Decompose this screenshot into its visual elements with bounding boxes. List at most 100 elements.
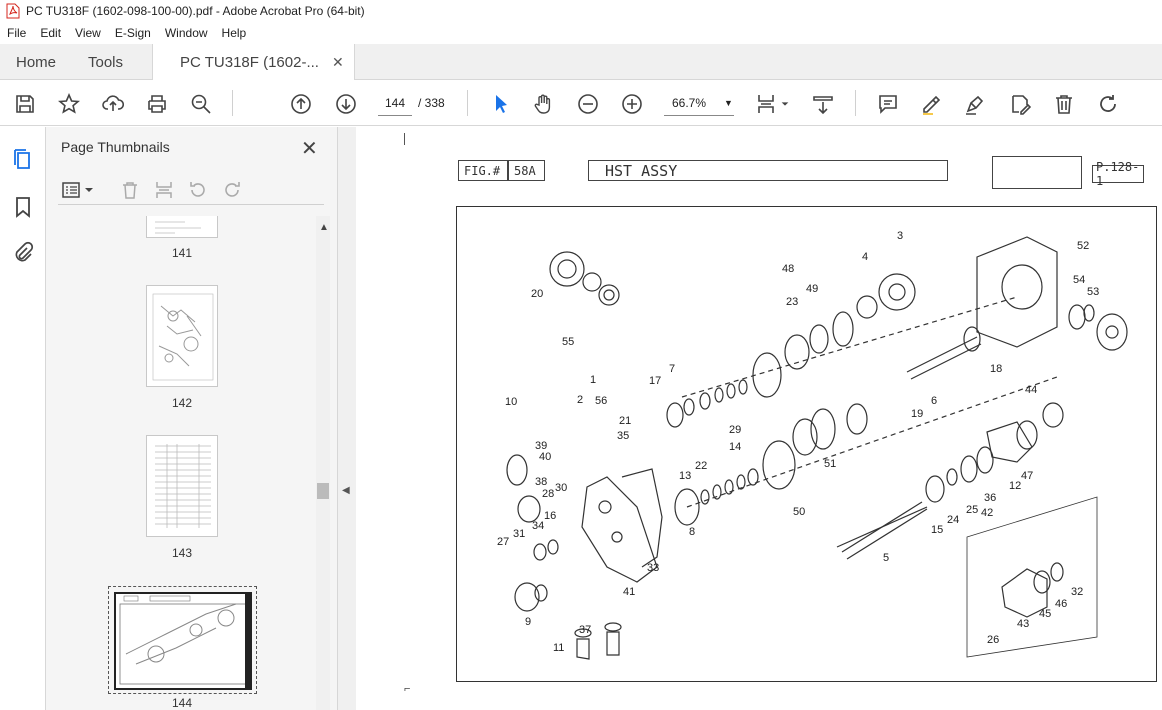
tab-home[interactable]: Home — [16, 44, 56, 80]
bookmark-icon[interactable] — [11, 195, 35, 219]
tab-document[interactable]: PC TU318F (1602-... ✕ — [152, 44, 355, 81]
menu-edit[interactable]: Edit — [33, 26, 68, 40]
page-total: / 338 — [418, 96, 445, 110]
menu-help[interactable]: Help — [215, 26, 254, 40]
panel-title: Page Thumbnails — [61, 139, 170, 155]
panel-collapse-handle[interactable]: ◀ — [338, 127, 356, 710]
thumbnail-page-143[interactable] — [146, 435, 218, 537]
zoom-value: 66.7% — [672, 95, 707, 110]
part-callout: 46 — [1055, 598, 1067, 610]
next-page-icon[interactable] — [334, 92, 358, 116]
thumbnail-page-144-selected[interactable] — [108, 586, 257, 694]
part-callout: 7 — [669, 363, 675, 375]
close-tab-icon[interactable]: ✕ — [332, 54, 344, 71]
tab-tools-label: Tools — [88, 53, 124, 71]
part-callout: 41 — [623, 586, 635, 598]
zoom-select[interactable]: 66.7% ▼ — [664, 90, 734, 116]
hand-tool-icon[interactable] — [532, 92, 556, 116]
select-cursor-icon[interactable] — [489, 92, 513, 116]
attachment-icon[interactable] — [11, 241, 35, 265]
part-callout: 33 — [647, 562, 659, 574]
part-callout: 47 — [1021, 470, 1033, 482]
fig-number-box: 58A — [508, 160, 545, 181]
part-callout: 48 — [782, 263, 794, 275]
edit-pdf-icon[interactable] — [1008, 92, 1032, 116]
menu-file[interactable]: File — [0, 26, 33, 40]
menu-esign[interactable]: E-Sign — [108, 26, 158, 40]
scroll-up-icon[interactable]: ▲ — [319, 222, 329, 233]
part-callout: 22 — [695, 460, 707, 472]
extract-page-icon[interactable] — [154, 180, 174, 200]
thumbnail-label: 144 — [171, 696, 193, 710]
tab-home-label: Home — [16, 53, 57, 71]
menu-view[interactable]: View — [68, 26, 108, 40]
page-number-input[interactable]: 144 — [378, 90, 412, 116]
upload-cloud-icon[interactable] — [101, 92, 125, 116]
part-callout: 23 — [786, 296, 798, 308]
page-thumbnails-icon[interactable] — [11, 148, 35, 172]
toolbar-separator — [855, 90, 856, 116]
zoom-out-icon[interactable] — [576, 92, 600, 116]
delete-icon[interactable] — [1052, 92, 1076, 116]
thumbnail-page-142[interactable] — [146, 285, 218, 387]
part-callout: 24 — [947, 514, 959, 526]
document-title: HST ASSY — [605, 161, 678, 180]
page-number-value: 144 — [384, 95, 406, 110]
scrolling-mode-icon[interactable] — [811, 92, 835, 116]
chevron-down-icon[interactable] — [779, 92, 791, 116]
prev-page-icon[interactable] — [289, 92, 313, 116]
title-bar: PC TU318F (1602-098-100-00).pdf - Adobe … — [0, 0, 1162, 22]
part-callout: 13 — [679, 470, 691, 482]
part-callout: 5 — [883, 552, 889, 564]
collapse-arrow-icon[interactable]: ◀ — [342, 485, 350, 496]
exploded-parts-diagram: 1 2 56 3 4 5 6 7 8 9 10 11 12 13 14 15 16 17 18 19 20 21 22 23 2… — [456, 206, 1157, 682]
zoom-in-icon[interactable] — [620, 92, 644, 116]
part-callout: 55 — [562, 336, 574, 348]
search-icon[interactable] — [189, 92, 213, 116]
highlight-pen-icon[interactable] — [919, 92, 943, 116]
close-icon[interactable]: ✕ — [301, 136, 318, 161]
rotate-icon[interactable] — [1096, 92, 1120, 116]
part-callout: 44 — [1025, 384, 1037, 396]
thumbnail-label: 143 — [171, 546, 193, 560]
page-display-icon[interactable] — [755, 92, 779, 116]
comment-icon[interactable] — [876, 92, 900, 116]
part-callout: 19 — [911, 408, 923, 420]
rotate-right-icon[interactable] — [222, 180, 242, 200]
menu-window[interactable]: Window — [158, 26, 215, 40]
part-callout: 15 — [931, 524, 943, 536]
star-icon[interactable] — [57, 92, 81, 116]
sign-pen-icon[interactable] — [963, 92, 987, 116]
delete-page-icon[interactable] — [120, 180, 140, 200]
rotate-left-icon[interactable] — [188, 180, 208, 200]
part-callout: 53 — [1087, 286, 1099, 298]
page-mark — [404, 133, 405, 145]
tab-bar: Home Tools PC TU318F (1602-... ✕ — [0, 44, 1162, 81]
thumbnail-scrollbar[interactable]: ▲ — [316, 216, 330, 710]
title-box: HST ASSY — [588, 160, 948, 181]
tab-document-label: PC TU318F (1602-... — [180, 54, 319, 71]
print-icon[interactable] — [145, 92, 169, 116]
part-callout: 16 — [544, 510, 556, 522]
page-ref-box: P.128-1 — [1092, 160, 1144, 188]
part-callout: 35 — [617, 430, 629, 442]
part-callout: 37 — [579, 624, 591, 636]
part-callout: 2 — [577, 394, 583, 406]
toolbar-separator — [467, 90, 468, 116]
part-callout: 9 — [525, 616, 531, 628]
part-callout: 4 — [862, 251, 868, 263]
save-icon[interactable] — [13, 92, 37, 116]
tab-tools[interactable]: Tools — [88, 44, 123, 80]
part-callout: 20 — [531, 288, 543, 300]
part-callout: 56 — [595, 395, 607, 407]
main-toolbar — [0, 80, 1162, 126]
thumbnail-page-141[interactable] — [146, 216, 218, 238]
part-callout: 3 — [897, 230, 903, 242]
chevron-down-icon: ▼ — [724, 97, 733, 108]
thumbnail-options-icon[interactable] — [61, 180, 95, 200]
scrollbar-thumb[interactable] — [317, 483, 329, 499]
part-callout: 49 — [806, 283, 818, 295]
document-view[interactable]: FIG.# 58A HST ASSY P.128-1 1 2 56 3 4 5 … — [356, 127, 1162, 710]
part-callout: 29 — [729, 424, 741, 436]
part-callout: 45 — [1039, 608, 1051, 620]
